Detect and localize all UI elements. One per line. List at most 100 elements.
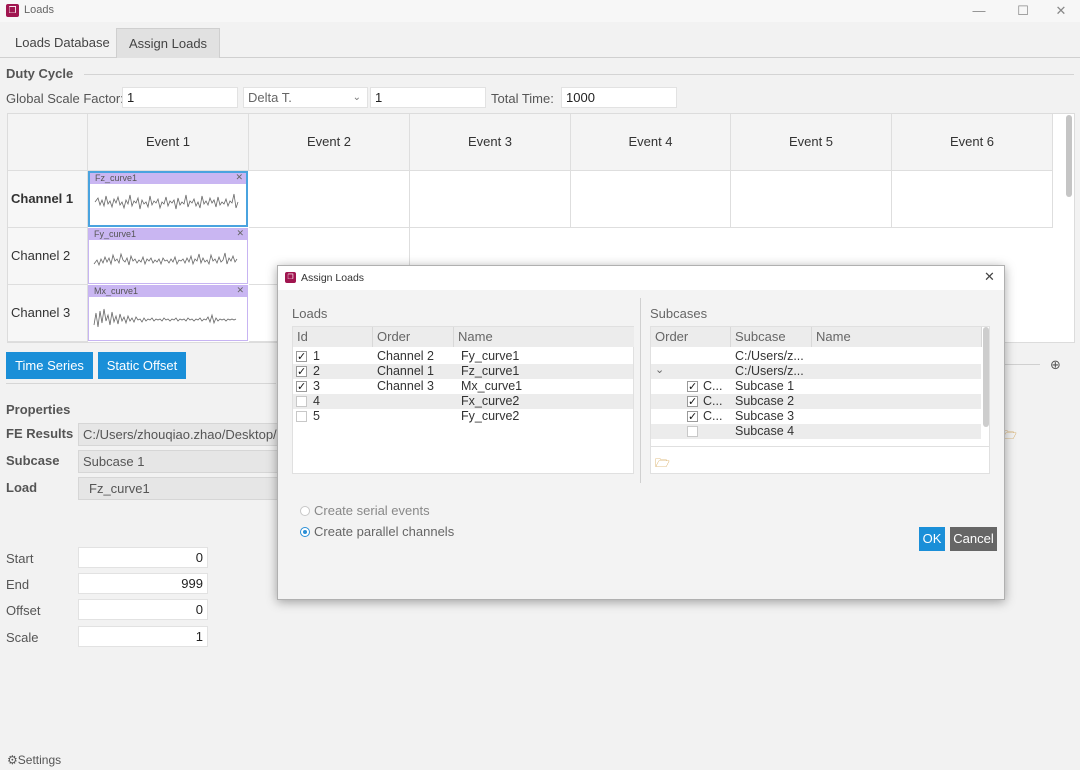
row-subcase: Subcase 1 bbox=[735, 379, 795, 393]
scale-label: Scale bbox=[6, 630, 39, 645]
fe-results-field[interactable]: C:/Users/zhouqiao.zhao/Desktop/ bbox=[78, 423, 278, 446]
row-id: 3 bbox=[313, 379, 320, 393]
row-checkbox[interactable]: ✓ bbox=[296, 351, 307, 363]
row-order: C... bbox=[703, 394, 723, 408]
row-checkbox[interactable] bbox=[296, 411, 307, 422]
serial-events-radio[interactable] bbox=[300, 506, 310, 516]
start-input[interactable]: 0 bbox=[78, 547, 208, 568]
scale-input[interactable]: 1 bbox=[78, 626, 208, 647]
total-time-input[interactable]: 1000 bbox=[561, 87, 677, 108]
grid-scrollbar[interactable] bbox=[1066, 115, 1072, 197]
global-scale-label: Global Scale Factor: bbox=[6, 91, 124, 106]
subcases-col-order[interactable]: Order bbox=[651, 327, 731, 347]
table-row[interactable]: ✓ 2 Channel 1 Fz_curve1 bbox=[293, 364, 633, 379]
close-icon[interactable]: ✕ bbox=[236, 285, 244, 296]
row-checkbox[interactable]: ✓ bbox=[687, 411, 698, 423]
settings-label: Settings bbox=[17, 753, 62, 767]
channel-header-2[interactable]: Channel 2 bbox=[8, 228, 88, 285]
subcases-scrollbar[interactable] bbox=[983, 327, 989, 427]
tab-loads-database[interactable]: Loads Database bbox=[3, 28, 122, 58]
zoom-icon[interactable]: ⊕ bbox=[1050, 357, 1061, 373]
delta-t-input[interactable]: 1 bbox=[370, 87, 486, 108]
time-series-button[interactable]: Time Series bbox=[6, 352, 93, 379]
end-input[interactable]: 999 bbox=[78, 573, 208, 594]
serial-events-label: Create serial events bbox=[314, 503, 430, 518]
cancel-button[interactable]: Cancel bbox=[950, 527, 997, 551]
close-window-button[interactable]: ✕ bbox=[1046, 2, 1076, 20]
chevron-down-icon[interactable]: ⌄ bbox=[655, 363, 664, 378]
row-order: C... bbox=[703, 409, 723, 423]
load-label: Load bbox=[6, 480, 38, 495]
event-header-4[interactable]: Event 4 bbox=[571, 114, 731, 171]
dialog-close-icon[interactable]: ✕ bbox=[984, 269, 995, 285]
duty-cycle-title: Duty Cycle bbox=[6, 66, 74, 81]
event-header-3[interactable]: Event 3 bbox=[410, 114, 571, 171]
folder-icon[interactable]: 🗁 bbox=[655, 454, 670, 475]
row-id: 2 bbox=[313, 364, 320, 378]
loads-title: Loads bbox=[292, 306, 328, 321]
event-header-1[interactable]: Event 1 bbox=[88, 114, 249, 171]
event-header-6[interactable]: Event 6 bbox=[892, 114, 1053, 171]
tab-assign-loads[interactable]: Assign Loads bbox=[116, 28, 221, 58]
row-subcase: Subcase 2 bbox=[735, 394, 795, 408]
zoom-slider-track[interactable] bbox=[1000, 364, 1040, 365]
row-checkbox[interactable]: ✓ bbox=[687, 381, 698, 393]
table-row[interactable]: 5 Fy_curve2 bbox=[293, 409, 633, 424]
maximize-button[interactable]: ☐ bbox=[1008, 2, 1038, 20]
subcases-col-name[interactable]: Name bbox=[812, 327, 982, 347]
channel-header-1[interactable]: Channel 1 bbox=[8, 171, 88, 228]
close-icon[interactable]: ✕ bbox=[235, 172, 243, 183]
event-header-5[interactable]: Event 5 bbox=[731, 114, 892, 171]
grid-cell[interactable] bbox=[892, 171, 1053, 228]
loads-col-order[interactable]: Order bbox=[373, 327, 454, 347]
static-offset-button[interactable]: Static Offset bbox=[98, 352, 186, 379]
table-row[interactable]: Subcase 4 bbox=[651, 424, 981, 439]
channel-header-3[interactable]: Channel 3 bbox=[8, 285, 88, 342]
curve-tile-mx[interactable]: Mx_curve1 ✕ bbox=[88, 285, 248, 341]
settings-button[interactable]: ⚙Settings bbox=[7, 753, 61, 767]
subcases-table: Order Subcase Name C:/Users/z... ⌄ C:/Us… bbox=[650, 326, 990, 474]
dialog-titlebar: ❐ Assign Loads ✕ bbox=[278, 266, 1004, 290]
curve-name: Mx_curve1 bbox=[94, 286, 139, 296]
subcase-field[interactable]: Subcase 1 bbox=[78, 450, 278, 473]
row-order: Channel 3 bbox=[377, 379, 434, 393]
row-id: 5 bbox=[313, 409, 320, 423]
subcases-col-subcase[interactable]: Subcase bbox=[731, 327, 812, 347]
grid-cell[interactable] bbox=[571, 171, 731, 228]
ok-button[interactable]: OK bbox=[919, 527, 945, 551]
delta-t-select[interactable]: Delta T. ⌄ bbox=[243, 87, 368, 108]
curve-tile-fy[interactable]: Fy_curve1 ✕ bbox=[88, 228, 248, 284]
table-row[interactable]: 4 Fx_curve2 bbox=[293, 394, 633, 409]
row-checkbox[interactable]: ✓ bbox=[296, 366, 307, 378]
close-icon[interactable]: ✕ bbox=[236, 228, 244, 239]
table-row[interactable]: ✓ C... Subcase 3 bbox=[651, 409, 981, 424]
loads-col-name[interactable]: Name bbox=[454, 327, 634, 347]
row-checkbox[interactable]: ✓ bbox=[687, 396, 698, 408]
minimize-button[interactable]: — bbox=[964, 2, 994, 20]
table-row[interactable]: ✓ 1 Channel 2 Fy_curve1 bbox=[293, 349, 633, 364]
grid-cell[interactable] bbox=[731, 171, 892, 228]
table-row[interactable]: C:/Users/z... bbox=[651, 349, 981, 364]
row-checkbox[interactable] bbox=[296, 396, 307, 407]
grid-cell[interactable] bbox=[410, 171, 571, 228]
table-row[interactable]: ✓ 3 Channel 3 Mx_curve1 bbox=[293, 379, 633, 394]
table-row[interactable]: ✓ C... Subcase 1 bbox=[651, 379, 981, 394]
load-field[interactable]: Fz_curve1 bbox=[78, 477, 278, 500]
sliders-icon: ⚙ bbox=[7, 753, 18, 767]
table-row[interactable]: ✓ C... Subcase 2 bbox=[651, 394, 981, 409]
global-scale-input[interactable]: 1 bbox=[122, 87, 238, 108]
row-checkbox[interactable]: ✓ bbox=[296, 381, 307, 393]
loads-col-id[interactable]: Id bbox=[293, 327, 373, 347]
delta-t-select-value: Delta T. bbox=[248, 90, 292, 105]
fe-results-label: FE Results bbox=[6, 426, 74, 441]
offset-input[interactable]: 0 bbox=[78, 599, 208, 620]
curve-tile-fz[interactable]: Fz_curve1 ✕ bbox=[88, 171, 248, 227]
properties-title: Properties bbox=[6, 402, 71, 417]
event-header-2[interactable]: Event 2 bbox=[249, 114, 410, 171]
signal-thumbnail bbox=[93, 252, 238, 267]
row-checkbox[interactable] bbox=[687, 426, 698, 437]
row-order: C... bbox=[703, 379, 723, 393]
parallel-channels-radio[interactable] bbox=[300, 527, 310, 537]
grid-cell[interactable] bbox=[249, 171, 410, 228]
table-row[interactable]: ⌄ C:/Users/z... bbox=[651, 364, 981, 379]
